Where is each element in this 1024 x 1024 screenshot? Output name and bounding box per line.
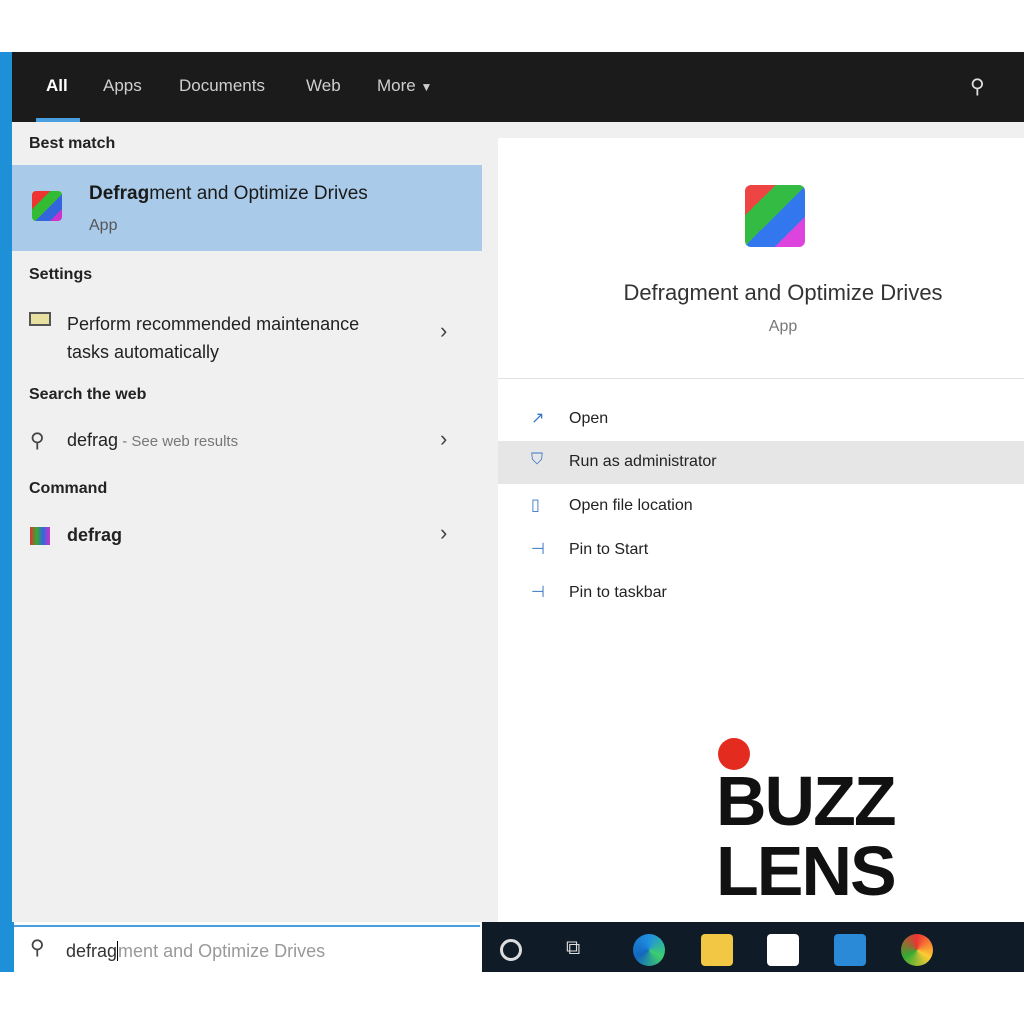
action-label: Run as administrator bbox=[569, 453, 717, 470]
shield-icon: ⛉ bbox=[531, 451, 544, 468]
divider bbox=[498, 378, 1024, 379]
command-item-defrag[interactable]: defrag › bbox=[12, 514, 482, 558]
taskbar-search-box[interactable]: ⚲ defragment and Optimize Drives bbox=[14, 925, 480, 972]
command-label: defrag bbox=[67, 525, 123, 545]
best-match-type: App bbox=[89, 217, 118, 234]
web-result-item[interactable]: ⚲ defrag - See web results › bbox=[12, 420, 482, 464]
action-label: Pin to Start bbox=[569, 541, 649, 558]
tab-more-label: More bbox=[377, 76, 416, 95]
settings-item-maintenance[interactable]: Perform recommended maintenance tasks aut… bbox=[12, 300, 482, 370]
buzzlens-logo: BUZZ LENS bbox=[716, 738, 916, 908]
action-run-as-administrator[interactable]: ⛉ Run as administrator bbox=[498, 441, 1024, 484]
chrome-icon[interactable] bbox=[901, 934, 933, 966]
settings-line1: Perform recommended maintenance bbox=[67, 314, 360, 334]
maintenance-icon bbox=[29, 312, 51, 326]
web-query: defrag bbox=[67, 430, 119, 450]
defrag-large-icon bbox=[745, 185, 805, 247]
action-open[interactable]: ↗ Open bbox=[498, 398, 1024, 441]
best-match-title: Defragment and Optimize Drives bbox=[89, 183, 368, 204]
logo-line2: LENS bbox=[716, 832, 897, 910]
settings-line2: tasks automatically bbox=[67, 342, 220, 362]
settings-heading: Settings bbox=[29, 266, 93, 283]
action-pin-to-start[interactable]: ⊣ Pin to Start bbox=[498, 529, 1024, 572]
best-match-heading: Best match bbox=[29, 135, 116, 152]
defrag-app-icon bbox=[32, 191, 62, 221]
search-typed-text: defrag bbox=[66, 941, 118, 961]
search-web-heading: Search the web bbox=[29, 386, 147, 403]
action-open-file-location[interactable]: ▯ Open file location bbox=[498, 485, 1024, 528]
preview-subtitle: App bbox=[768, 318, 798, 335]
tab-apps[interactable]: Apps bbox=[103, 76, 142, 96]
file-location-icon: ▯ bbox=[531, 497, 540, 514]
mail-icon[interactable] bbox=[834, 934, 866, 966]
caret-down-icon: ▼ bbox=[420, 80, 433, 94]
action-label: Pin to taskbar bbox=[569, 584, 667, 601]
file-explorer-icon[interactable] bbox=[701, 934, 733, 966]
store-icon[interactable] bbox=[767, 934, 799, 966]
open-icon: ↗ bbox=[531, 410, 545, 427]
taskbar bbox=[482, 922, 1024, 972]
preview-title: Defragment and Optimize Drives bbox=[623, 280, 943, 305]
action-label: Open file location bbox=[569, 497, 693, 514]
tab-all[interactable]: All bbox=[46, 76, 68, 96]
logo-line1: BUZZ bbox=[716, 762, 897, 840]
search-suggestion: ment and Optimize Drives bbox=[118, 941, 326, 961]
web-suffix: - See web results bbox=[118, 433, 239, 450]
edge-icon[interactable] bbox=[633, 934, 665, 966]
chevron-right-icon: › bbox=[440, 426, 448, 451]
best-match-item[interactable]: Defragment and Optimize Drives App bbox=[12, 165, 482, 251]
chevron-right-icon: › bbox=[440, 318, 448, 343]
defrag-command-icon bbox=[30, 527, 50, 545]
pin-icon: ⊣ bbox=[531, 541, 545, 558]
cortana-icon[interactable] bbox=[500, 939, 522, 961]
search-filter-bar: All Apps Documents Web More ▼ ⚲ bbox=[12, 52, 1024, 122]
command-heading: Command bbox=[29, 480, 108, 497]
search-icon: ⚲ bbox=[30, 430, 45, 452]
chevron-right-icon: › bbox=[440, 520, 448, 545]
pin-icon: ⊣ bbox=[531, 584, 545, 601]
tab-documents[interactable]: Documents bbox=[179, 76, 265, 96]
feedback-icon[interactable]: ⚲ bbox=[970, 74, 985, 99]
task-view-icon[interactable]: ⧉ bbox=[566, 937, 598, 969]
search-icon: ⚲ bbox=[30, 937, 45, 959]
settings-item-text: Perform recommended maintenance tasks aut… bbox=[67, 310, 359, 366]
tab-web[interactable]: Web bbox=[306, 76, 341, 96]
action-label: Open bbox=[569, 410, 609, 427]
tab-more[interactable]: More ▼ bbox=[377, 76, 432, 96]
action-pin-to-taskbar[interactable]: ⊣ Pin to taskbar bbox=[498, 572, 1024, 615]
